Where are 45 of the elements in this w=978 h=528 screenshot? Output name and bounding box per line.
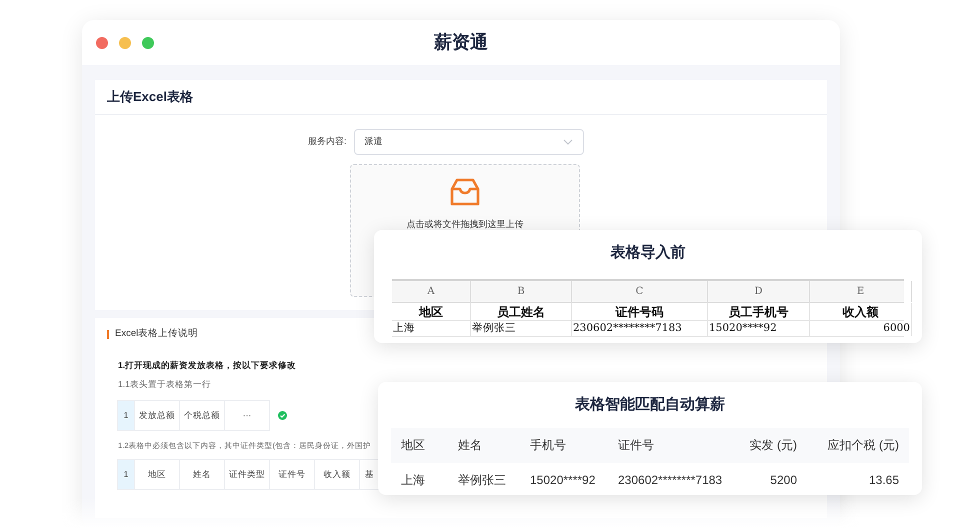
table-cell: 地区 — [392, 302, 471, 320]
table-cell: 员工手机号 — [708, 302, 810, 320]
section-title: Excel表格上传说明 — [115, 327, 198, 341]
table-cell: 230602********7183 — [572, 320, 708, 336]
column-header: A — [392, 280, 471, 302]
column-header: 姓名 — [458, 437, 483, 454]
column-header: E — [810, 280, 912, 302]
table-cell: 证件号 — [269, 459, 315, 490]
instruction-heading: 1.打开现成的薪资发放表格，按以下要求修改 — [118, 359, 298, 372]
card-title: 表格智能匹配自动算薪 — [574, 395, 726, 415]
card-title: 表格导入前 — [610, 243, 686, 263]
table-cell: 举例张三 — [471, 320, 572, 336]
window-title: 薪资通 — [434, 31, 488, 54]
table-cell: 员工姓名 — [471, 302, 572, 320]
column-header: 手机号 — [530, 437, 567, 454]
table-cell: 证件类型 — [224, 459, 270, 490]
column-header: D — [708, 280, 810, 302]
table-cell: 上海 — [392, 320, 471, 336]
table-cell: 发放总额 — [134, 400, 180, 431]
table-cell-text: 5200 — [769, 472, 797, 488]
table-cell: 地区 — [134, 459, 180, 490]
column-header: 地区 — [401, 437, 426, 454]
table-cell: 收入额 — [810, 302, 912, 320]
table-cell: 姓名 — [179, 459, 225, 490]
column-header: 实发 (元) — [748, 437, 797, 454]
column-header: 应扣个税 (元) — [826, 437, 899, 454]
column-header: B — [471, 280, 572, 302]
table-cell: 个税总额 — [179, 400, 225, 431]
table-cell: 6000 — [810, 320, 912, 336]
table-cell: 证件号码 — [572, 302, 708, 320]
column-header: C — [572, 280, 708, 302]
panel-title: 上传Excel表格 — [95, 80, 827, 115]
instruction-text: 1.1表头置于表格第一行 — [118, 378, 212, 391]
table-cell-text: 15020****92 — [530, 472, 596, 488]
table-cell-text: 举例张三 — [458, 472, 507, 488]
table-cell-text: 230602********7183 — [618, 472, 724, 488]
table-cell: ··· — [224, 400, 270, 431]
table-cell-text: 13.65 — [868, 472, 899, 488]
field-label: 服务内容: — [308, 135, 347, 148]
table-cell: 收入额 — [314, 459, 360, 490]
dropzone-text: 点击或将文件拖拽到这里上传 — [406, 218, 524, 231]
row-number-cell: 1 — [117, 459, 135, 490]
table-cell: 15020****92 — [708, 320, 810, 336]
column-header: 证件号 — [618, 437, 655, 454]
row-number-cell: 1 — [117, 400, 135, 431]
